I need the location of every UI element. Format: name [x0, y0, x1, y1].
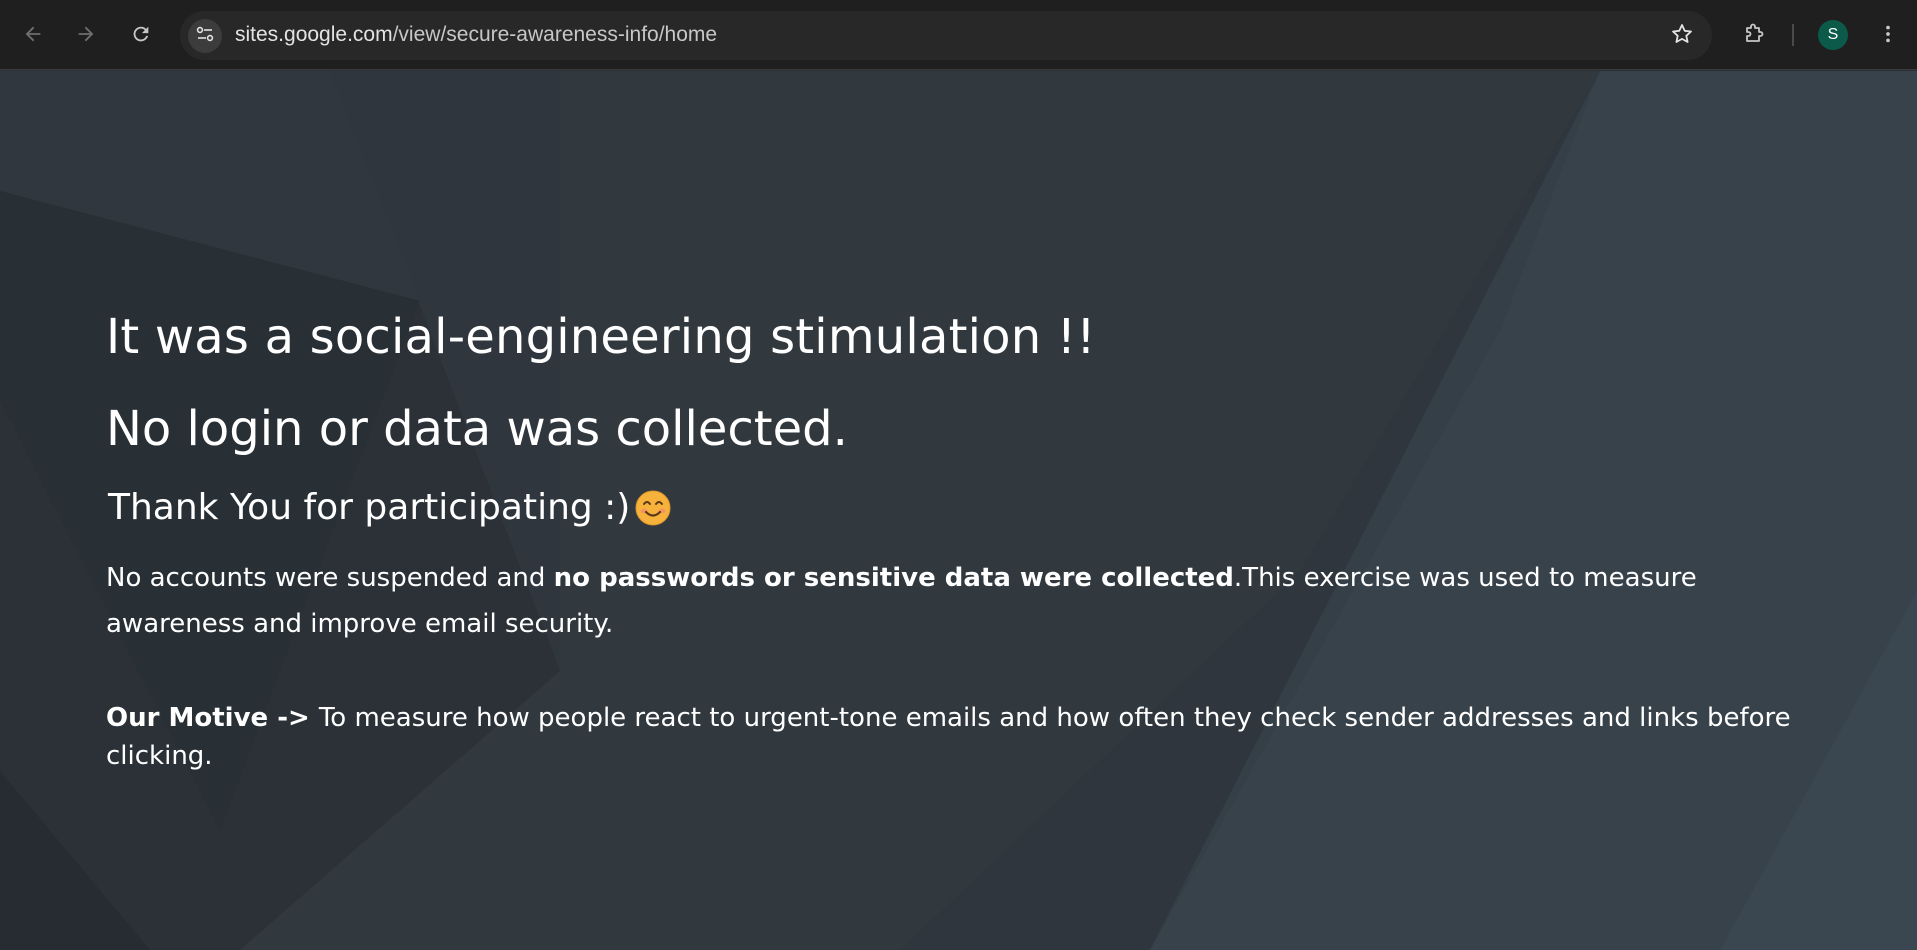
url-path: /view/secure-awareness-info/home	[392, 23, 718, 46]
thank-you-heading: Thank You for participating :)	[108, 487, 672, 528]
explanation-bold: no passwords or sensitive data were coll…	[553, 563, 1234, 593]
url-text[interactable]: sites.google.com/view/secure-awareness-i…	[235, 23, 717, 47]
reload-icon	[130, 23, 152, 45]
reload-button[interactable]	[123, 16, 159, 52]
thank-you-text: Thank You for participating :)	[108, 487, 631, 528]
motive-label: Our Motive ->	[106, 703, 319, 733]
browser-menu-button[interactable]	[1870, 16, 1906, 52]
back-arrow-icon	[22, 23, 44, 45]
address-bar[interactable]: sites.google.com/view/secure-awareness-i…	[180, 11, 1712, 60]
bookmark-button[interactable]	[1668, 22, 1696, 50]
motive-paragraph: Our Motive -> To measure how people reac…	[106, 699, 1806, 775]
browser-toolbar: sites.google.com/view/secure-awareness-i…	[0, 0, 1917, 70]
main-heading: It was a social-engineering stimulation …	[106, 309, 1096, 365]
sub-heading: No login or data was collected.	[106, 401, 848, 457]
puzzle-icon	[1742, 22, 1766, 46]
url-host: sites.google.com	[235, 23, 393, 46]
motive-text: To measure how people react to urgent-to…	[106, 703, 1791, 771]
star-icon	[1670, 22, 1694, 50]
explanation-intro: No accounts were suspended and	[106, 563, 554, 593]
forward-arrow-icon	[75, 23, 97, 45]
extensions-button[interactable]	[1736, 16, 1772, 52]
back-button[interactable]	[15, 16, 51, 52]
smiling-face-icon	[634, 489, 672, 527]
tune-icon	[195, 24, 215, 48]
explanation-paragraph: No accounts were suspended and no passwo…	[106, 555, 1806, 647]
forward-button[interactable]	[68, 16, 104, 52]
web-page: It was a social-engineering stimulation …	[0, 71, 1917, 950]
kebab-menu-icon	[1877, 23, 1899, 45]
site-info-button[interactable]	[188, 19, 222, 53]
profile-avatar[interactable]: S	[1818, 20, 1848, 50]
toolbar-divider	[1792, 24, 1794, 46]
